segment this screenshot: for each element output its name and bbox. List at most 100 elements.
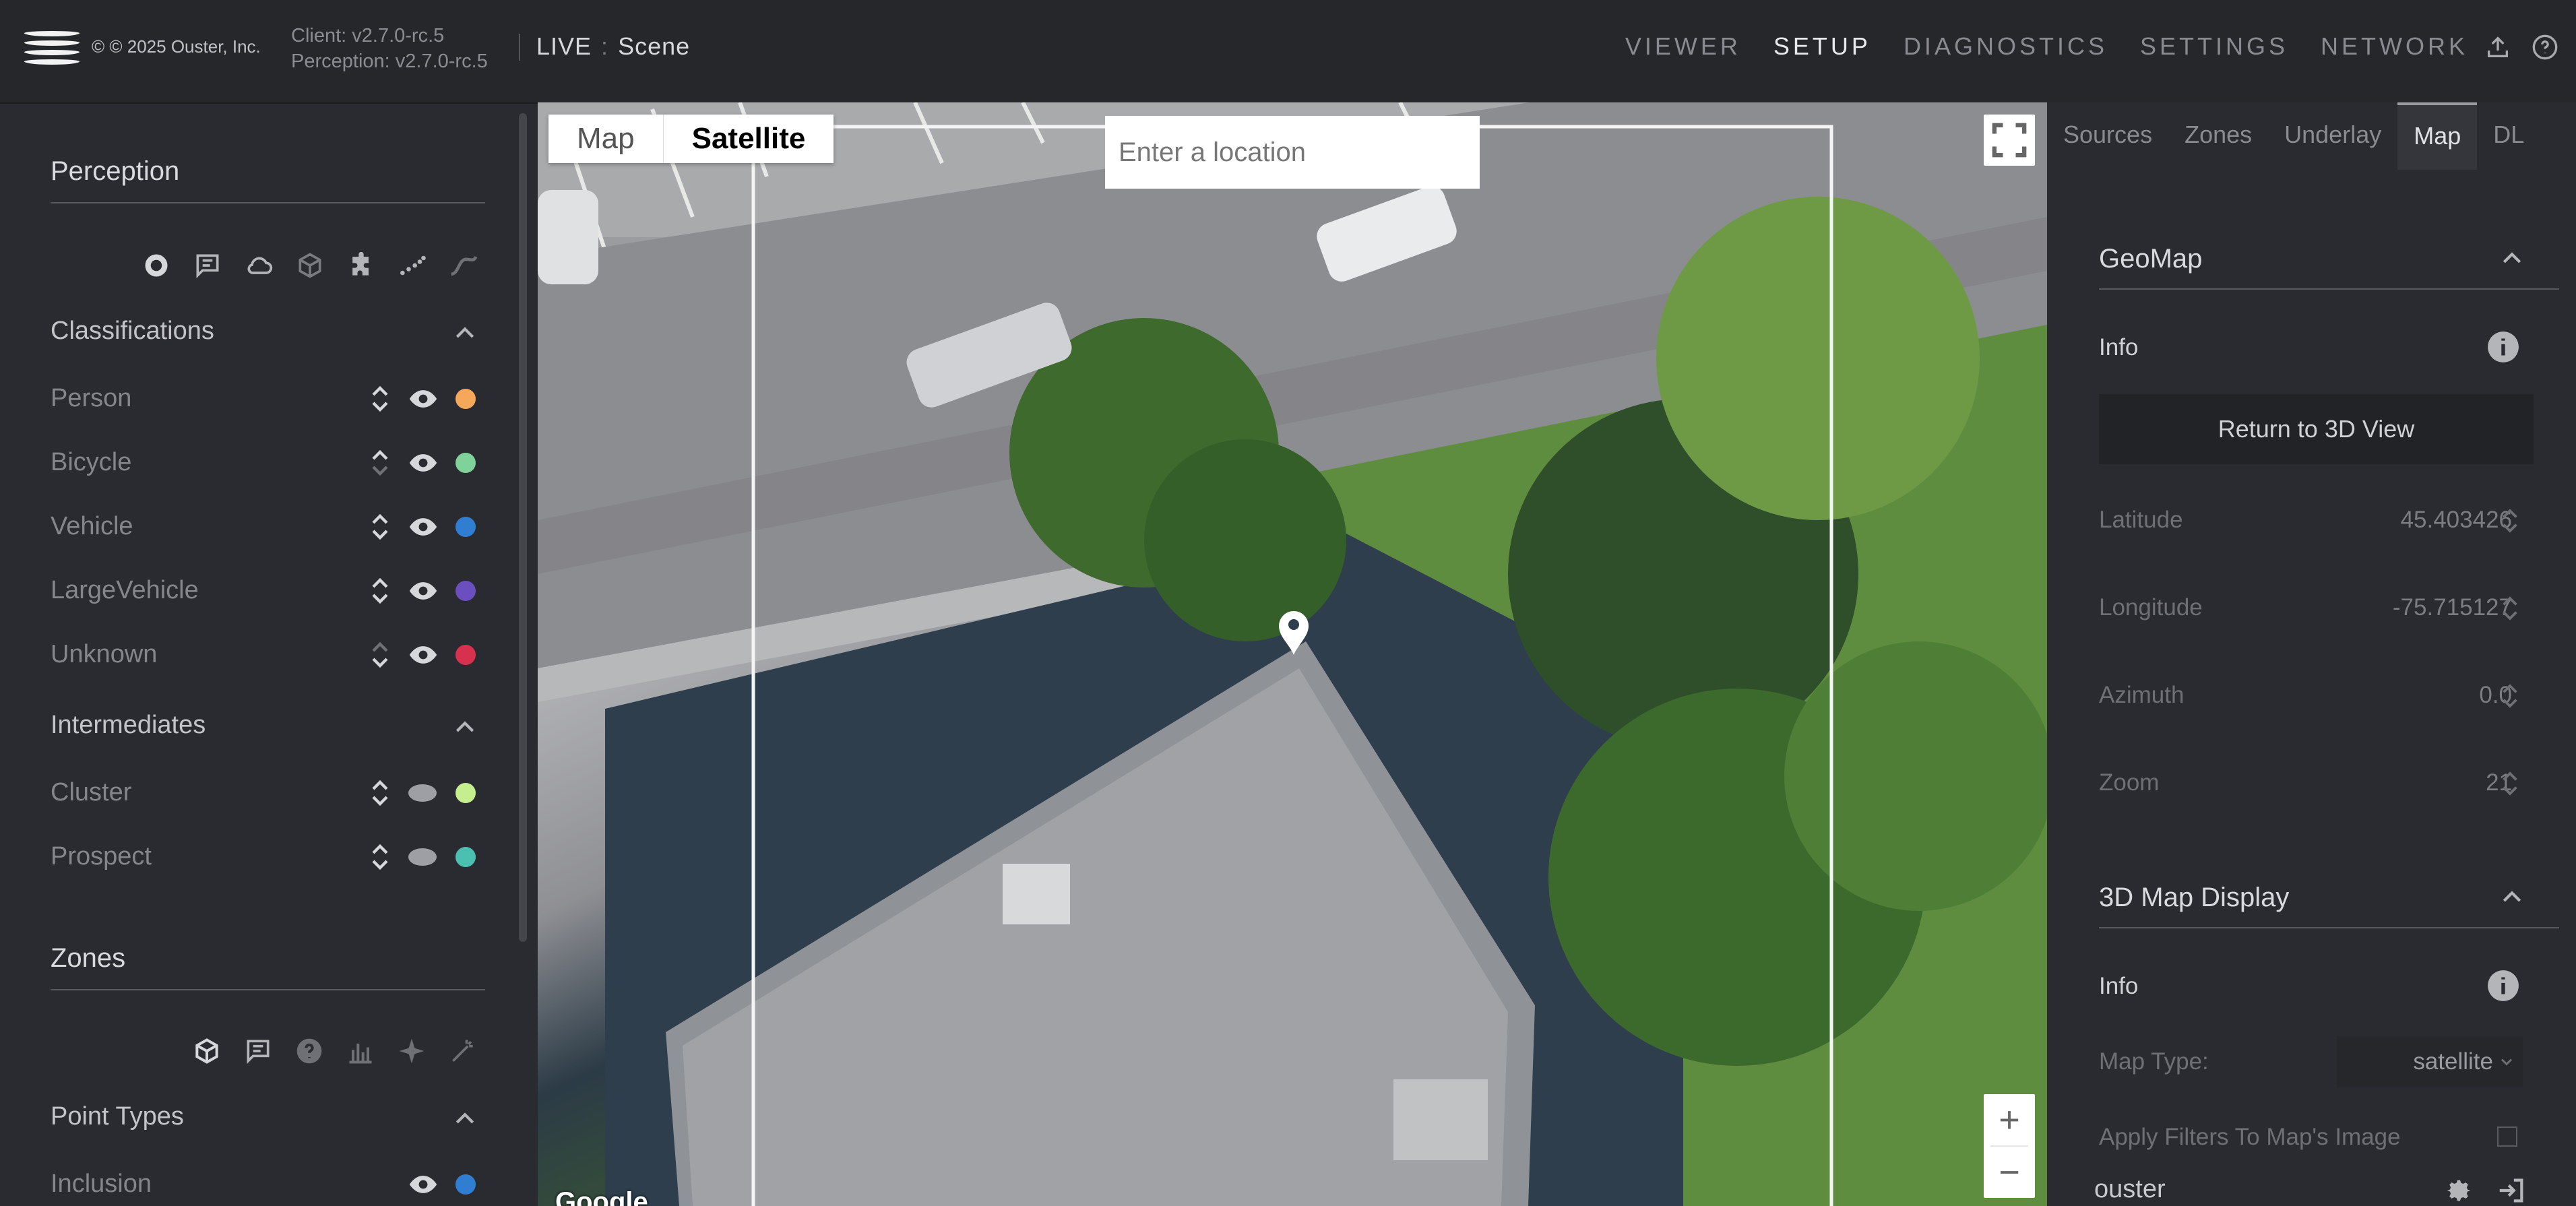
classification-label-largevehicle: LargeVehicle xyxy=(51,576,199,604)
divider xyxy=(2099,288,2559,290)
chevron-up-icon[interactable] xyxy=(451,714,478,741)
latitude-label: Latitude xyxy=(2099,507,2183,533)
reorder-icon[interactable] xyxy=(369,841,391,873)
intermediate-label-cluster: Cluster xyxy=(51,778,132,806)
color-swatch-largevehicle[interactable] xyxy=(455,581,476,601)
logout-icon[interactable] xyxy=(2496,1175,2527,1206)
color-swatch-unknown[interactable] xyxy=(455,645,476,665)
perception-version: Perception: v2.7.0-rc.5 xyxy=(291,51,488,72)
info-icon[interactable] xyxy=(2486,330,2520,364)
ouster-logo xyxy=(24,30,80,67)
apply-filters-checkbox[interactable] xyxy=(2497,1126,2517,1147)
perception-title: Perception xyxy=(51,156,180,186)
reorder-icon[interactable] xyxy=(369,511,391,543)
classification-label-bicycle: Bicycle xyxy=(51,448,132,476)
live-label: LIVE xyxy=(536,32,592,60)
return-to-3d-view-button[interactable]: Return to 3D View xyxy=(2099,394,2534,464)
top-icons xyxy=(2484,34,2558,61)
curve-icon[interactable] xyxy=(449,251,478,280)
map-type-select[interactable]: satellite xyxy=(2337,1036,2523,1087)
3d-map-display-title: 3D Map Display xyxy=(2099,883,2290,912)
left-panel-scrollbar[interactable] xyxy=(519,113,527,942)
scene-label[interactable]: Scene xyxy=(618,32,690,60)
location-search-input[interactable] xyxy=(1105,116,1480,189)
classification-label-person: Person xyxy=(51,384,132,412)
chevron-up-icon[interactable] xyxy=(451,1106,478,1133)
cube-outline-icon[interactable] xyxy=(192,1036,222,1066)
upload-icon[interactable] xyxy=(2484,34,2511,61)
zones-title: Zones xyxy=(51,943,126,973)
zones-toolbar xyxy=(192,1036,478,1066)
gear-icon[interactable] xyxy=(2443,1175,2474,1206)
main-nav: VIEWER SETUP DIAGNOSTICS SETTINGS NETWOR… xyxy=(1625,32,2468,61)
nav-viewer[interactable]: VIEWER xyxy=(1625,32,1741,61)
tab-zones[interactable]: Zones xyxy=(2168,102,2268,167)
color-swatch-prospect[interactable] xyxy=(455,847,476,867)
zoom-label: Zoom xyxy=(2099,769,2160,796)
cloud-icon[interactable] xyxy=(244,251,274,280)
nav-diagnostics[interactable]: DIAGNOSTICS xyxy=(1904,32,2108,61)
color-swatch-person[interactable] xyxy=(455,389,476,409)
chevron-up-icon[interactable] xyxy=(451,320,478,347)
help-circle-icon[interactable] xyxy=(294,1036,324,1066)
reorder-icon[interactable] xyxy=(369,447,391,479)
zoom-out-button[interactable]: − xyxy=(1984,1147,2035,1198)
bar-chart-icon[interactable] xyxy=(346,1036,375,1066)
eye-icon[interactable] xyxy=(408,512,438,542)
divider xyxy=(51,989,485,990)
help-icon[interactable] xyxy=(2532,34,2558,61)
chevron-up-icon[interactable] xyxy=(2499,245,2525,272)
reorder-icon[interactable] xyxy=(369,575,391,607)
record-icon[interactable] xyxy=(142,251,171,280)
map-toggle-satellite[interactable]: Satellite xyxy=(662,115,834,163)
tab-dl[interactable]: DL xyxy=(2477,102,2540,167)
color-swatch-vehicle[interactable] xyxy=(455,517,476,537)
fullscreen-button[interactable] xyxy=(1984,115,2035,166)
sparkle-icon[interactable] xyxy=(397,1036,427,1066)
trail-dots-icon[interactable] xyxy=(398,251,427,280)
cube-icon[interactable] xyxy=(295,251,325,280)
spinner-icon[interactable] xyxy=(2500,592,2520,625)
tab-underlay[interactable]: Underlay xyxy=(2268,102,2397,167)
eye-icon[interactable] xyxy=(408,1170,438,1199)
divider xyxy=(51,202,485,203)
eye-icon[interactable] xyxy=(408,576,438,606)
eye-icon[interactable] xyxy=(408,384,438,414)
color-swatch-bicycle[interactable] xyxy=(455,453,476,473)
satellite-map[interactable]: Map Satellite + − Google xyxy=(538,102,2047,1206)
puzzle-icon[interactable] xyxy=(346,251,376,280)
azimuth-label: Azimuth xyxy=(2099,682,2185,708)
color-swatch-inclusion[interactable] xyxy=(455,1174,476,1195)
zoom-in-button[interactable]: + xyxy=(1984,1094,2035,1145)
spinner-icon[interactable] xyxy=(2500,767,2520,800)
spinner-icon[interactable] xyxy=(2500,504,2520,538)
nav-setup[interactable]: SETUP xyxy=(1773,32,1871,61)
intermediates-title: Intermediates xyxy=(51,711,206,739)
comment-icon[interactable] xyxy=(193,251,222,280)
longitude-value[interactable]: -75.715127 xyxy=(2393,594,2512,621)
nav-network[interactable]: NETWORK xyxy=(2321,32,2468,61)
color-swatch-cluster[interactable] xyxy=(455,783,476,803)
map-type-label: Map Type: xyxy=(2099,1048,2209,1075)
nav-settings[interactable]: SETTINGS xyxy=(2140,32,2288,61)
tab-sources[interactable]: Sources xyxy=(2047,102,2168,167)
info-icon[interactable] xyxy=(2486,969,2520,1003)
latitude-value[interactable]: 45.403426 xyxy=(2401,507,2512,534)
comment-icon[interactable] xyxy=(243,1036,273,1066)
classification-label-unknown: Unknown xyxy=(51,640,158,668)
map-toggle-map[interactable]: Map xyxy=(548,115,663,163)
top-bar: © © 2025 Ouster, Inc. Client: v2.7.0-rc.… xyxy=(0,0,2576,104)
hidden-eye-icon[interactable] xyxy=(408,848,437,866)
version-info: Client: v2.7.0-rc.5 Perception: v2.7.0-r… xyxy=(291,23,488,74)
spinner-icon[interactable] xyxy=(2500,679,2520,713)
reorder-icon[interactable] xyxy=(369,777,391,809)
hidden-eye-icon[interactable] xyxy=(408,784,437,802)
reorder-icon[interactable] xyxy=(369,383,391,415)
eye-icon[interactable] xyxy=(408,448,438,478)
tab-map[interactable]: Map xyxy=(2397,102,2478,170)
chevron-down-icon xyxy=(2501,1058,2513,1066)
chevron-up-icon[interactable] xyxy=(2499,884,2525,911)
eye-icon[interactable] xyxy=(408,640,438,670)
magic-wand-icon[interactable] xyxy=(448,1036,478,1066)
reorder-icon[interactable] xyxy=(369,639,391,671)
